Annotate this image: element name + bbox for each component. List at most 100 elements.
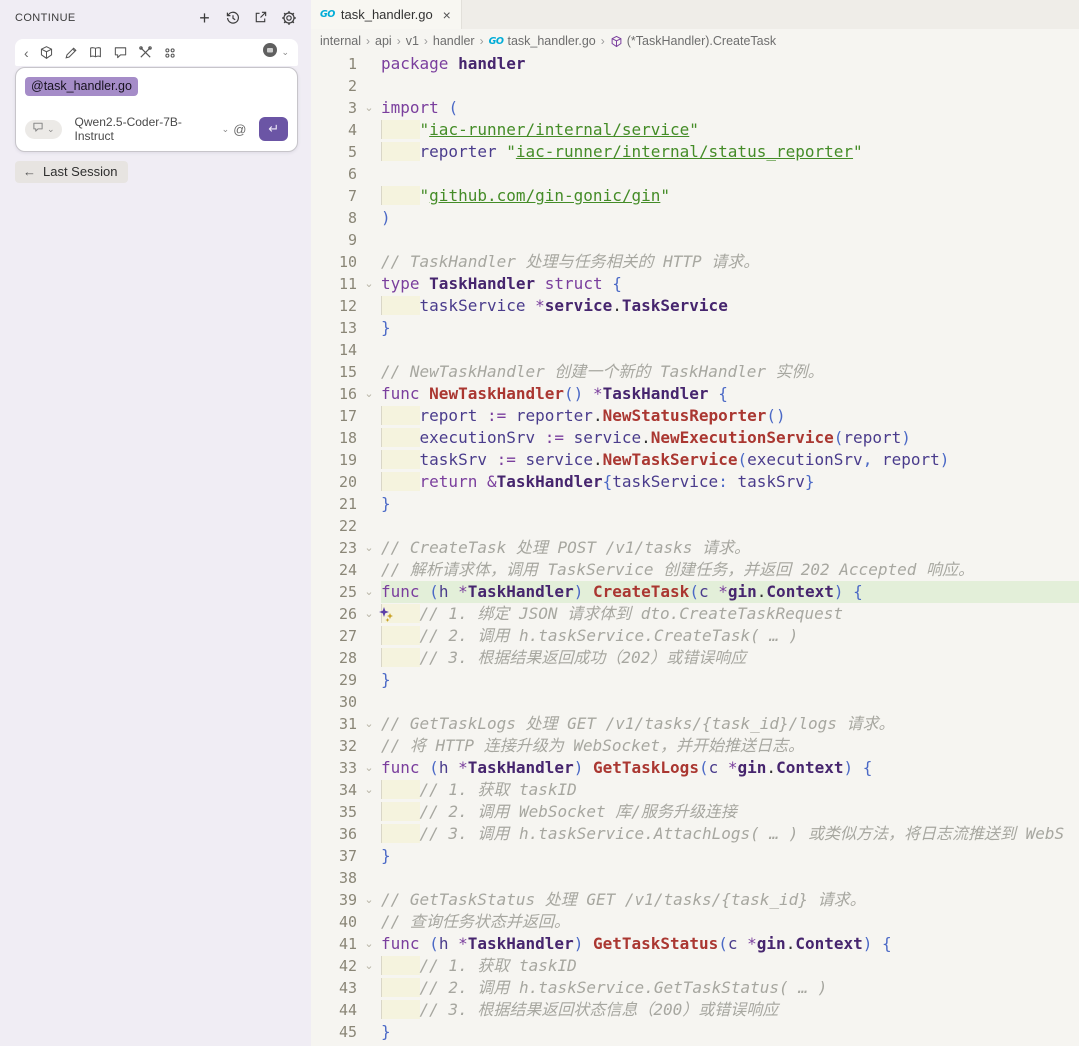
code-line[interactable]: 3 ⌄ import ( — [311, 97, 1079, 119]
pencil-icon[interactable] — [64, 46, 78, 60]
breadcrumb-item[interactable]: GO task_handler.go — [489, 34, 596, 48]
history-icon[interactable] — [224, 9, 241, 26]
fold-chevron-icon[interactable]: ⌄ — [357, 581, 381, 603]
code-line[interactable]: 28 // 3. 根据结果返回成功（202）或错误响应 — [311, 647, 1079, 669]
code-line[interactable]: 8) — [311, 207, 1079, 229]
breadcrumb-item[interactable]: internal — [320, 34, 361, 48]
code-line[interactable]: 37} — [311, 845, 1079, 867]
code-editor[interactable]: 1 package handler 2 3 ⌄ import (4 "iac-runner… — [311, 53, 1079, 1046]
code-line[interactable]: 16 ⌄ func NewTaskHandler() *TaskHandler { — [311, 383, 1079, 405]
line-number: 28 — [338, 649, 357, 667]
code-line[interactable]: 15 // NewTaskHandler 创建一个新的 TaskHandler 实… — [311, 361, 1079, 383]
code-line[interactable]: 24 // 解析请求体，调用 TaskService 创建任务，并返回 202 A… — [311, 559, 1079, 581]
fold-chevron-icon[interactable]: ⌄ — [357, 779, 381, 801]
last-session-label: Last Session — [43, 164, 118, 179]
add-context-button[interactable]: @ — [229, 122, 250, 137]
code-line[interactable]: 7 "github.com/gin-gonic/gin" — [311, 185, 1079, 207]
code-token: taskService — [612, 472, 719, 491]
breadcrumb-item[interactable]: (*TaskHandler).CreateTask — [610, 34, 776, 48]
code-line[interactable]: 36 // 3. 调用 h.taskService.AttachLogs( … … — [311, 823, 1079, 845]
fold-chevron-icon[interactable]: ⌄ — [357, 537, 381, 559]
code-line[interactable]: 29} — [311, 669, 1079, 691]
code-line[interactable]: 17 report := reporter.NewStatusReporter(… — [311, 405, 1079, 427]
chevron-down-icon: ⌄ — [221, 123, 230, 134]
code-line[interactable]: 38 — [311, 867, 1079, 889]
breadcrumb-item[interactable]: handler — [433, 34, 475, 48]
code-line[interactable]: 5 reporter "iac-runner/internal/status_r… — [311, 141, 1079, 163]
code-line[interactable]: 14 — [311, 339, 1079, 361]
breadcrumb-label: handler — [432, 34, 475, 48]
code-line[interactable]: 4 "iac-runner/internal/service" — [311, 119, 1079, 141]
breadcrumb-item[interactable]: v1 — [406, 34, 419, 48]
code-line[interactable]: 11 ⌄ type TaskHandler struct { — [311, 273, 1079, 295]
model-selector[interactable]: Qwen2.5-Coder-7B-Instruct ⌄ — [75, 115, 230, 143]
line-number: 6 — [347, 165, 357, 183]
code-line[interactable]: 23 ⌄// CreateTask 处理 POST /v1/tasks 请求。 — [311, 537, 1079, 559]
chat-input-card[interactable]: @task_handler.go ⌄ Qwen2.5-Coder-7B-Inst… — [15, 67, 298, 152]
code-line[interactable]: 34 ⌄ // 1. 获取 taskID — [311, 779, 1079, 801]
code-line[interactable]: 41 ⌄ func (h *TaskHandler) GetTaskStatus(c… — [311, 933, 1079, 955]
code-line[interactable]: 6 — [311, 163, 1079, 185]
code-line[interactable]: 10 // TaskHandler 处理与任务相关的 HTTP 请求。 — [311, 251, 1079, 273]
code-line[interactable]: 12 taskService *service.TaskService — [311, 295, 1079, 317]
code-line[interactable]: 44 // 3. 根据结果返回状态信息（200）或错误响应 — [311, 999, 1079, 1021]
back-chevron-icon[interactable]: ‹ — [24, 46, 29, 60]
code-line[interactable]: 43 // 2. 调用 h.taskService.GetTaskStatus(… — [311, 977, 1079, 999]
fold-chevron-icon[interactable]: ⌄ — [357, 713, 381, 735]
fold-chevron-icon[interactable]: ⌄ — [357, 273, 381, 295]
code-token: & — [486, 472, 497, 491]
new-session-icon[interactable]: + — [196, 9, 213, 27]
code-line[interactable]: 42 ⌄ // 1. 获取 taskID — [311, 955, 1079, 977]
code-line[interactable]: 32 // 将 HTTP 连接升级为 WebSocket，并开始推送日志。 — [311, 735, 1079, 757]
code-line[interactable]: 33 ⌄ func (h *TaskHandler) GetTaskLogs(c *… — [311, 757, 1079, 779]
fold-chevron-icon[interactable]: ⌄ — [357, 757, 381, 779]
code-line[interactable]: 18 executionSrv := service.NewExecutionS… — [311, 427, 1079, 449]
code-line[interactable]: 30 — [311, 691, 1079, 713]
tab-task-handler[interactable]: GO task_handler.go × — [311, 0, 462, 29]
line-number: 43 — [338, 979, 357, 997]
code-line[interactable]: 13} — [311, 317, 1079, 339]
chat-icon[interactable] — [113, 45, 128, 60]
line-number: 17 — [338, 407, 357, 425]
code-line[interactable]: 21} — [311, 493, 1079, 515]
tab-close-icon[interactable]: × — [443, 8, 451, 22]
book-icon[interactable] — [88, 45, 103, 60]
gear-icon[interactable] — [280, 9, 297, 26]
apps-grid-icon[interactable] — [163, 46, 177, 60]
open-external-icon[interactable] — [252, 9, 269, 26]
code-line[interactable]: 19 taskSrv := service.NewTaskService(exe… — [311, 449, 1079, 471]
code-line[interactable]: 31 ⌄// GetTaskLogs 处理 GET /v1/tasks/{task… — [311, 713, 1079, 735]
fold-chevron-icon[interactable]: ⌄ — [357, 383, 381, 405]
tools-icon[interactable] — [138, 45, 153, 60]
code-line[interactable]: 26 ⌄ // 1. 绑定 JSON 请求体到 dto.CreateTaskReq… — [311, 603, 1079, 625]
code-line[interactable]: 2 — [311, 75, 1079, 97]
send-button[interactable]: ↵ — [259, 117, 288, 141]
code-token: TaskHandler — [429, 274, 536, 293]
code-line[interactable]: 27 // 2. 调用 h.taskService.CreateTask( … … — [311, 625, 1079, 647]
ai-sparkle-icon[interactable] — [378, 606, 395, 623]
fold-chevron-icon[interactable]: ⌄ — [357, 955, 381, 977]
code-line[interactable]: 45} — [311, 1021, 1079, 1043]
account-selector[interactable]: ⌄ — [262, 42, 289, 63]
fold-chevron-icon[interactable]: ⌄ — [357, 97, 381, 119]
code-line[interactable]: 35 // 2. 调用 WebSocket 库/服务升级连接 — [311, 801, 1079, 823]
fold-gutter — [357, 625, 381, 647]
code-line[interactable]: 25 ⌄ func (h *TaskHandler) CreateTask(c *g… — [311, 581, 1079, 603]
code-line[interactable]: 20 return &TaskHandler{taskService: task… — [311, 471, 1079, 493]
last-session-button[interactable]: ← Last Session — [15, 161, 129, 183]
mode-selector[interactable]: ⌄ — [25, 119, 62, 139]
code-line[interactable]: 22 — [311, 515, 1079, 537]
breadcrumb-item[interactable]: api — [375, 34, 392, 48]
fold-chevron-icon[interactable]: ⌄ — [357, 889, 381, 911]
cube-icon[interactable] — [39, 45, 54, 60]
code-line[interactable]: 1 package handler — [311, 53, 1079, 75]
code-line[interactable]: 39 ⌄// GetTaskStatus 处理 GET /v1/tasks/{ta… — [311, 889, 1079, 911]
code-line[interactable]: 40 // 查询任务状态并返回。 — [311, 911, 1079, 933]
fold-chevron-icon[interactable]: ⌄ — [357, 933, 381, 955]
code-line[interactable]: 9 — [311, 229, 1079, 251]
breadcrumb-separator: › — [479, 34, 484, 48]
code-token: . — [641, 428, 651, 447]
context-chip[interactable]: @task_handler.go — [25, 77, 138, 96]
